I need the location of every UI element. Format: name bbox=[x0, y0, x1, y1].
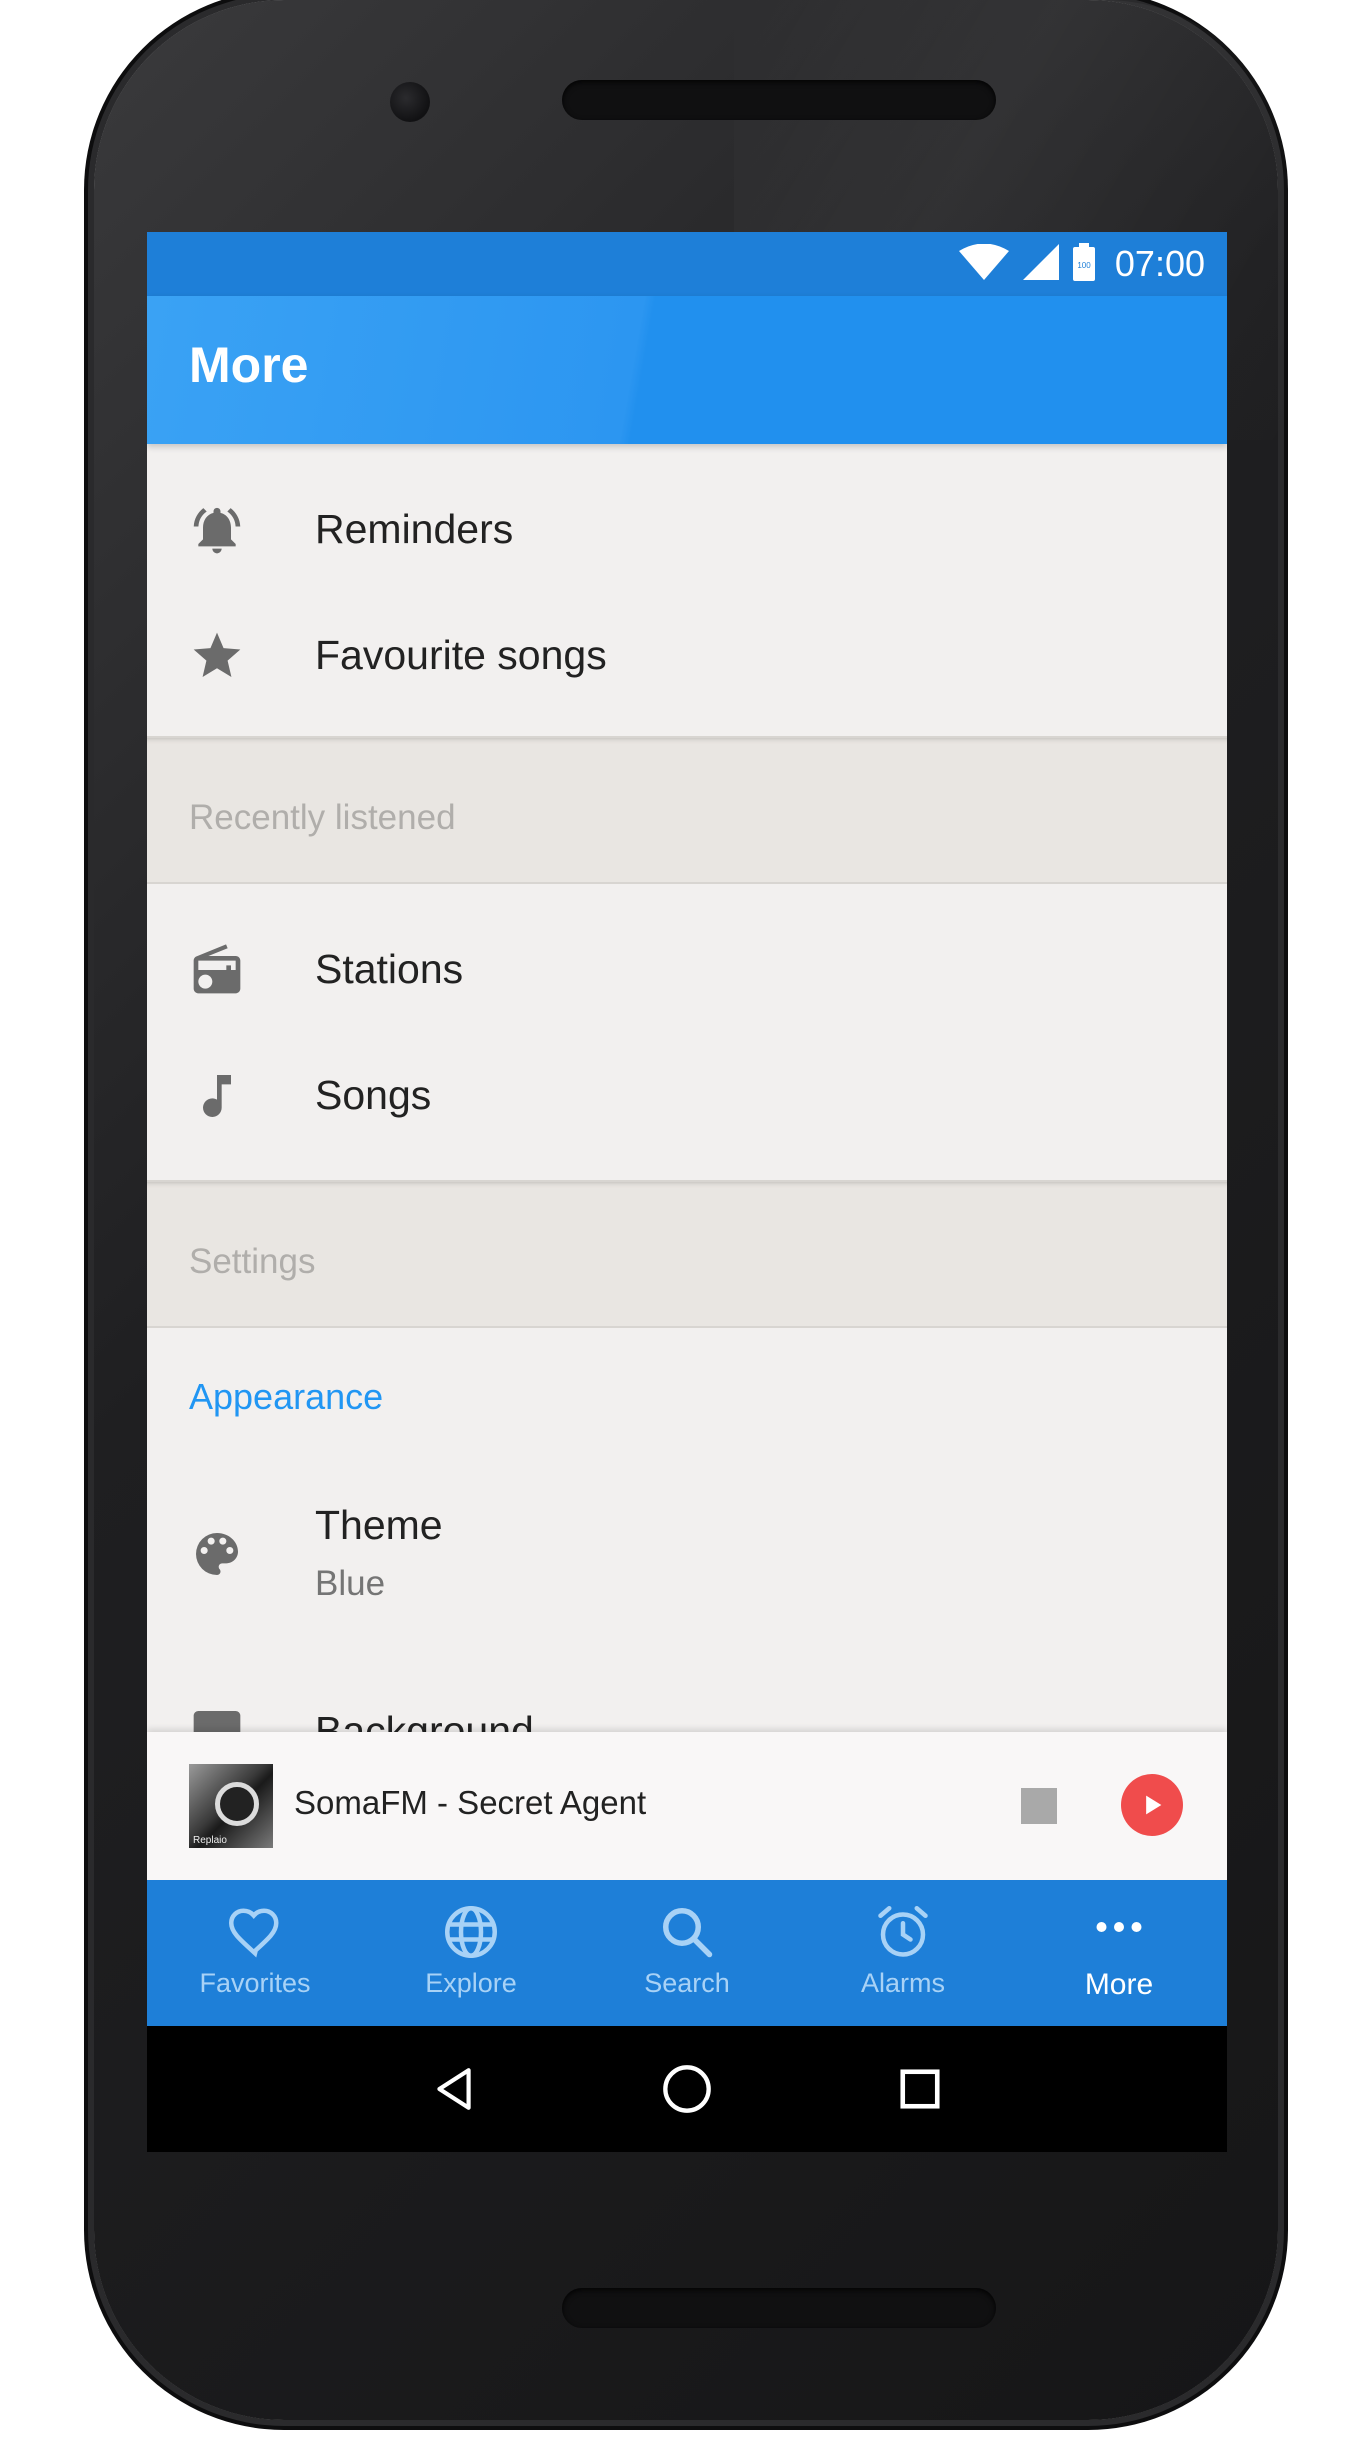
bottom-speaker bbox=[562, 2288, 996, 2328]
nav-item-alarms[interactable]: Alarms bbox=[795, 1880, 1011, 2026]
menu-item-reminders[interactable]: Reminders bbox=[147, 466, 1227, 592]
menu-item-label: Reminders bbox=[315, 506, 514, 552]
recents-icon bbox=[900, 2069, 940, 2109]
more-dots-icon bbox=[1089, 1902, 1149, 1962]
menu-card: Reminders Favourite songs bbox=[147, 444, 1227, 736]
globe-icon bbox=[441, 1902, 501, 1962]
music-note-icon bbox=[189, 1068, 245, 1124]
earpiece-speaker bbox=[562, 80, 996, 120]
bell-icon bbox=[189, 502, 245, 558]
back-button[interactable] bbox=[424, 2059, 484, 2119]
settings-group-title: Appearance bbox=[189, 1376, 384, 1417]
section-header-label: Settings bbox=[189, 1242, 316, 1281]
setting-theme-label: Theme bbox=[315, 1502, 443, 1548]
menu-item-favourite-songs[interactable]: Favourite songs bbox=[147, 592, 1227, 718]
play-button[interactable] bbox=[1121, 1774, 1183, 1836]
menu-item-stations[interactable]: Stations bbox=[147, 906, 1227, 1032]
wifi-icon bbox=[958, 243, 1009, 285]
stop-button[interactable] bbox=[1021, 1788, 1057, 1824]
alarm-clock-icon bbox=[873, 1902, 933, 1962]
section-header-recently-listened: Recently listened bbox=[147, 736, 1227, 884]
heart-icon bbox=[225, 1902, 285, 1962]
menu-item-label: Stations bbox=[315, 946, 464, 992]
section-header-label: Recently listened bbox=[189, 798, 456, 837]
setting-theme-value: Blue bbox=[315, 1564, 386, 1603]
recent-card: Stations Songs bbox=[147, 884, 1227, 1180]
nav-label: Explore bbox=[425, 1968, 517, 1998]
menu-item-label: Favourite songs bbox=[315, 632, 607, 678]
setting-theme[interactable]: Theme Blue bbox=[147, 1478, 1227, 1648]
recents-button[interactable] bbox=[890, 2059, 950, 2119]
system-navigation-bar bbox=[147, 2026, 1227, 2152]
status-bar: 100 07:00 bbox=[147, 232, 1227, 296]
now-playing-title: SomaFM - Secret Agent bbox=[294, 1784, 647, 1821]
battery-icon: 100 bbox=[1072, 242, 1095, 286]
nav-item-explore[interactable]: Explore bbox=[363, 1880, 579, 2026]
front-camera bbox=[390, 82, 430, 122]
nav-label: Search bbox=[644, 1968, 730, 1998]
nav-item-search[interactable]: Search bbox=[579, 1880, 795, 2026]
nav-label: Alarms bbox=[860, 1968, 945, 1998]
home-icon bbox=[663, 2065, 711, 2113]
section-header-settings: Settings bbox=[147, 1180, 1227, 1328]
battery-level: 100 bbox=[1077, 261, 1091, 270]
nav-item-more[interactable]: More bbox=[1011, 1880, 1227, 2026]
star-icon bbox=[189, 628, 245, 684]
album-art: Replaio bbox=[189, 1764, 273, 1848]
nav-item-favorites[interactable]: Favorites bbox=[147, 1880, 363, 2026]
status-time: 07:00 bbox=[1114, 243, 1205, 284]
menu-item-songs[interactable]: Songs bbox=[147, 1032, 1227, 1158]
back-icon bbox=[436, 2068, 471, 2110]
palette-icon bbox=[189, 1526, 245, 1582]
page-title: More bbox=[189, 337, 309, 393]
menu-item-label: Songs bbox=[315, 1072, 432, 1118]
home-button[interactable] bbox=[657, 2059, 717, 2119]
cell-signal-icon bbox=[1022, 243, 1059, 285]
radio-icon bbox=[189, 942, 245, 998]
play-icon bbox=[1146, 1795, 1162, 1815]
nav-label: Favorites bbox=[199, 1968, 311, 1998]
mini-player[interactable]: Replaio SomaFM - Secret Agent bbox=[147, 1732, 1227, 1880]
album-art-caption: Replaio bbox=[193, 1835, 227, 1846]
app-bar: More bbox=[147, 296, 1227, 444]
screen: 100 07:00 More Reminders Favourite songs… bbox=[147, 232, 1227, 2152]
search-icon bbox=[657, 1902, 717, 1962]
nav-label: More bbox=[1084, 1968, 1154, 2001]
bottom-navigation: Favorites Explore Search Alarms More bbox=[147, 1880, 1227, 2026]
